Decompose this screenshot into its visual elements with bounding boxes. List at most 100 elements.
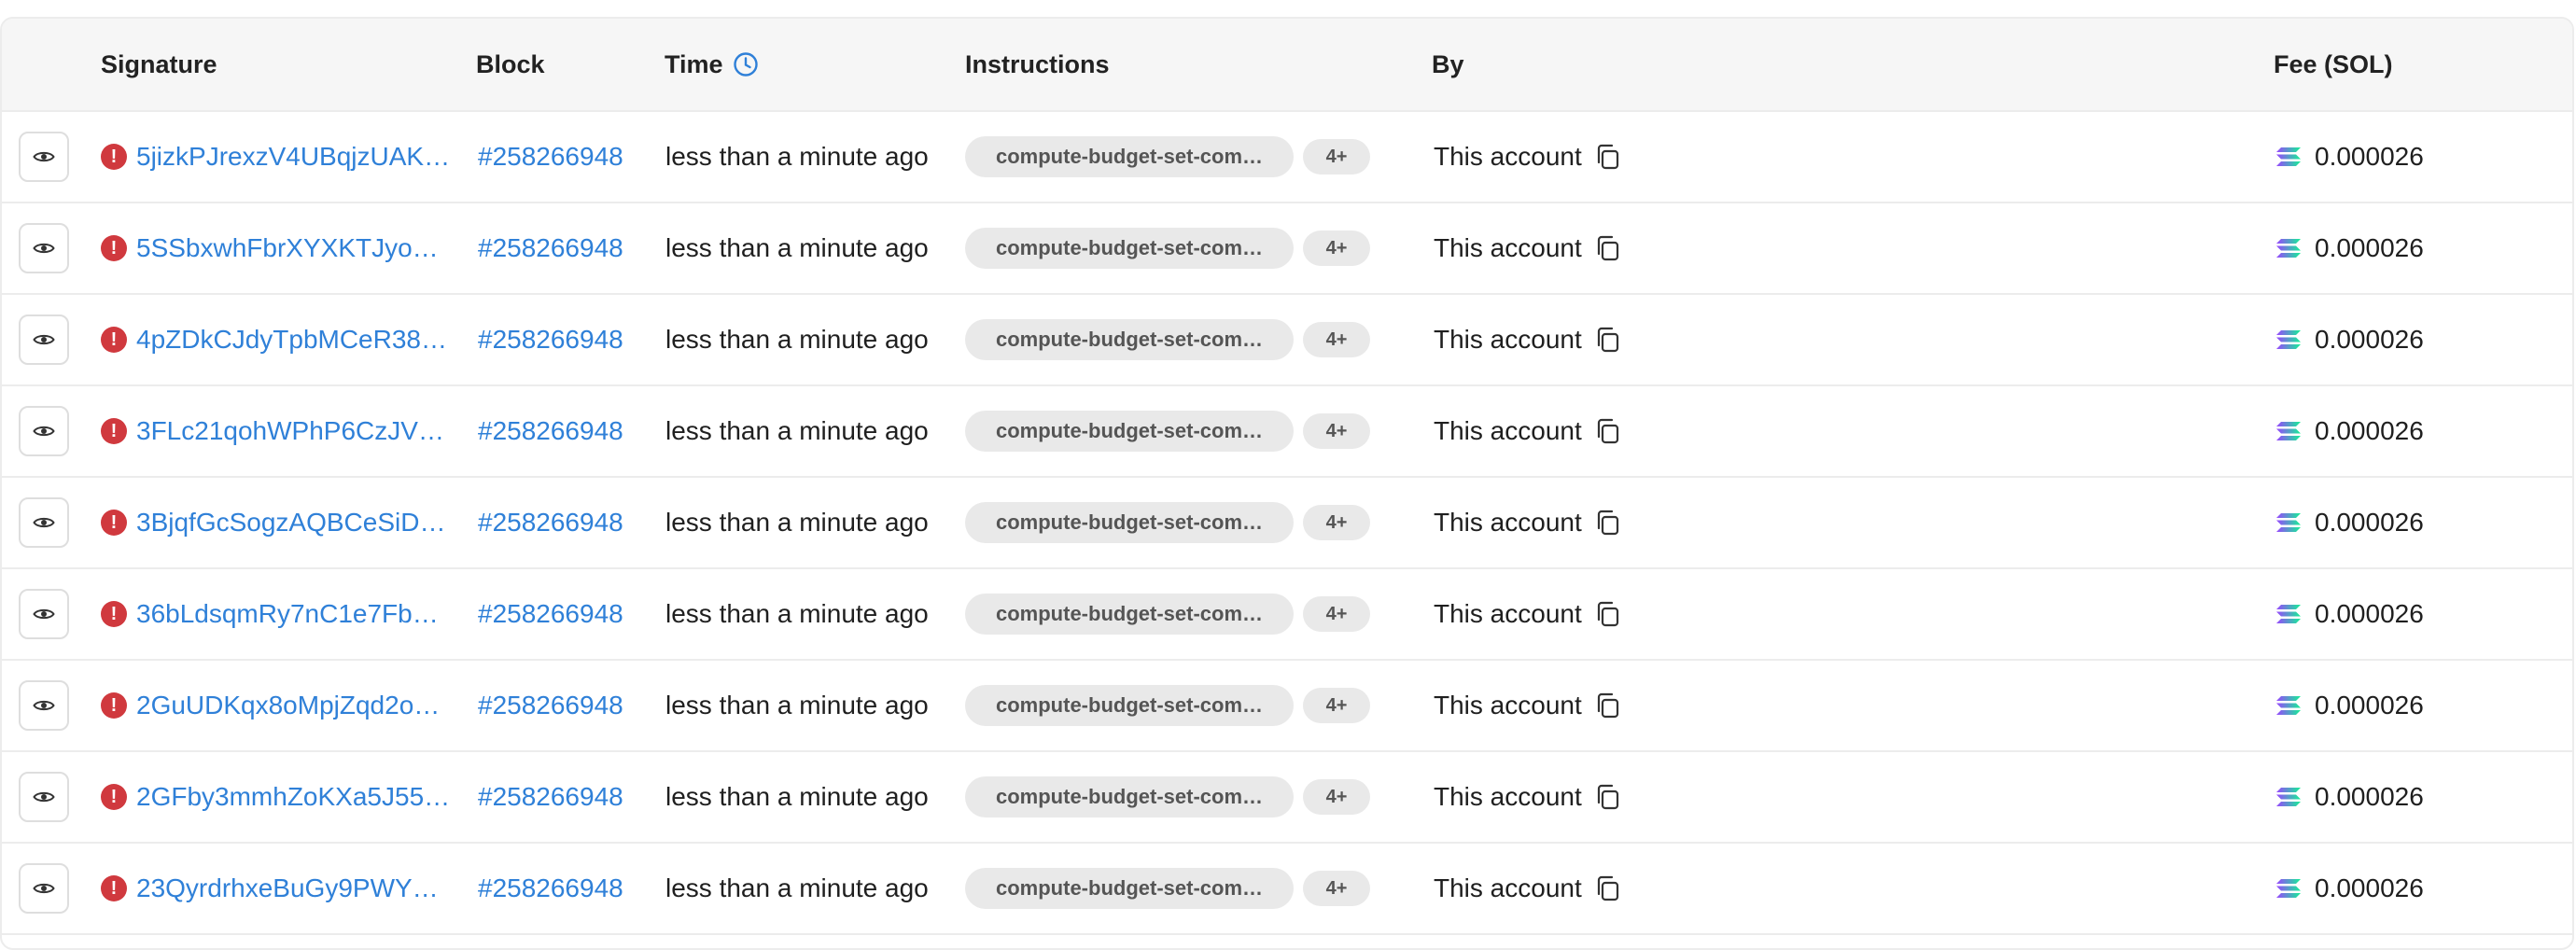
solana-icon — [2275, 694, 2302, 717]
signature-link[interactable]: 5jizkPJrexzV4UBqjzUAKz… — [136, 142, 452, 172]
eye-icon — [33, 149, 55, 164]
table-row: ! 3FLc21qohWPhP6CzJVE… #258266948 less t… — [2, 386, 2572, 478]
signature-link[interactable]: 4pZDkCJdyTpbMCeR38… — [136, 325, 447, 355]
more-instructions-badge[interactable]: 4+ — [1303, 871, 1370, 906]
time-value: less than a minute ago — [665, 142, 929, 171]
column-header-signature: Signature — [101, 49, 217, 78]
fee-cell: 0.000026 — [2275, 203, 2424, 293]
more-instructions-badge[interactable]: 4+ — [1303, 231, 1370, 266]
more-instructions-badge[interactable]: 4+ — [1303, 139, 1370, 175]
fee-cell: 0.000026 — [2275, 295, 2424, 384]
copy-icon[interactable] — [1593, 599, 1623, 629]
signature-link[interactable]: 3FLc21qohWPhP6CzJVE… — [136, 416, 452, 446]
block-link[interactable]: #258266948 — [478, 569, 623, 659]
fee-value: 0.000026 — [2315, 508, 2424, 537]
eye-icon — [33, 789, 55, 804]
block-link[interactable]: #258266948 — [478, 203, 623, 293]
table-row: ! 4pZDkCJdyTpbMCeR38… #258266948 less th… — [2, 295, 2572, 386]
copy-icon[interactable] — [1593, 233, 1623, 263]
solana-icon — [2275, 786, 2302, 808]
time-value: less than a minute ago — [665, 508, 929, 537]
signature-link[interactable]: 23QyrdrhxeBuGy9PWYU… — [136, 873, 452, 903]
instruction-badge[interactable]: compute-budget-set-com… — [965, 411, 1294, 452]
view-transaction-button[interactable] — [19, 772, 69, 822]
time-value: less than a minute ago — [665, 599, 929, 628]
instructions-cell: compute-budget-set-com… 4+ — [965, 112, 1370, 202]
instruction-badge[interactable]: compute-budget-set-com… — [965, 776, 1294, 817]
block-link[interactable]: #258266948 — [478, 844, 623, 933]
transactions-table: Signature Block Time Instructions By Fee… — [0, 17, 2574, 950]
by-cell: This account — [1434, 295, 1623, 384]
more-instructions-badge[interactable]: 4+ — [1303, 688, 1370, 723]
signature-link[interactable]: 2GFby3mmhZoKXa5J55… — [136, 782, 450, 812]
instructions-cell: compute-budget-set-com… 4+ — [965, 752, 1370, 842]
more-instructions-badge[interactable]: 4+ — [1303, 413, 1370, 449]
copy-icon[interactable] — [1593, 873, 1623, 903]
block-link[interactable]: #258266948 — [478, 386, 623, 476]
by-cell: This account — [1434, 752, 1623, 842]
view-transaction-button[interactable] — [19, 132, 69, 182]
instruction-badge[interactable]: compute-budget-set-com… — [965, 685, 1294, 726]
instruction-badge[interactable]: compute-budget-set-com… — [965, 228, 1294, 269]
block-link[interactable]: #258266948 — [478, 478, 623, 567]
signature-link[interactable]: 2GuUDKqx8oMpjZqd2o3… — [136, 691, 452, 720]
column-header-block: Block — [476, 49, 545, 78]
instruction-badge[interactable]: compute-budget-set-com… — [965, 594, 1294, 635]
block-link[interactable]: #258266948 — [478, 661, 623, 750]
clock-icon[interactable] — [733, 51, 759, 77]
view-transaction-button[interactable] — [19, 406, 69, 456]
error-icon: ! — [101, 784, 127, 810]
block-link[interactable]: #258266948 — [478, 295, 623, 384]
copy-icon[interactable] — [1593, 782, 1623, 812]
instruction-badge[interactable]: compute-budget-set-com… — [965, 136, 1294, 177]
copy-icon[interactable] — [1593, 508, 1623, 538]
signature-link[interactable]: 5SSbxwhFbrXYXKTJyo2… — [136, 233, 452, 263]
view-transaction-button[interactable] — [19, 223, 69, 273]
table-row: ! 2GFby3mmhZoKXa5J55… #258266948 less th… — [2, 752, 2572, 844]
by-cell: This account — [1434, 386, 1623, 476]
instruction-badge[interactable]: compute-budget-set-com… — [965, 502, 1294, 543]
signature-cell: ! 4pZDkCJdyTpbMCeR38… — [101, 295, 452, 384]
by-value: This account — [1434, 142, 1582, 171]
view-transaction-button[interactable] — [19, 680, 69, 731]
instruction-badge[interactable]: compute-budget-set-com… — [965, 868, 1294, 909]
error-icon: ! — [101, 418, 127, 444]
solana-icon — [2275, 877, 2302, 900]
copy-icon[interactable] — [1593, 142, 1623, 172]
column-header-time-label: Time — [665, 49, 723, 78]
copy-icon[interactable] — [1593, 325, 1623, 355]
solana-icon — [2275, 328, 2302, 351]
fee-cell: 0.000026 — [2275, 752, 2424, 842]
copy-icon[interactable] — [1593, 416, 1623, 446]
instruction-badge[interactable]: compute-budget-set-com… — [965, 319, 1294, 360]
view-transaction-button[interactable] — [19, 863, 69, 914]
view-transaction-button[interactable] — [19, 497, 69, 548]
by-cell: This account — [1434, 203, 1623, 293]
block-link[interactable]: #258266948 — [478, 752, 623, 842]
solana-icon — [2275, 237, 2302, 259]
view-transaction-button[interactable] — [19, 314, 69, 365]
table-row: ! 3BjqfGcSogzAQBCeSiD7… #258266948 less … — [2, 478, 2572, 569]
error-icon: ! — [101, 510, 127, 536]
by-value: This account — [1434, 416, 1582, 445]
signature-cell: ! 2GFby3mmhZoKXa5J55… — [101, 752, 452, 842]
table-row: ! 5jizkPJrexzV4UBqjzUAKz… #258266948 les… — [2, 112, 2572, 203]
fee-value: 0.000026 — [2315, 873, 2424, 902]
more-instructions-badge[interactable]: 4+ — [1303, 779, 1370, 815]
column-header-fee: Fee (SOL) — [2274, 49, 2393, 78]
copy-icon[interactable] — [1593, 691, 1623, 720]
time-value: less than a minute ago — [665, 416, 929, 445]
by-value: This account — [1434, 325, 1582, 354]
view-transaction-button[interactable] — [19, 589, 69, 639]
more-instructions-badge[interactable]: 4+ — [1303, 505, 1370, 540]
more-instructions-badge[interactable]: 4+ — [1303, 596, 1370, 632]
signature-link[interactable]: 3BjqfGcSogzAQBCeSiD7… — [136, 508, 452, 538]
error-icon: ! — [101, 601, 127, 627]
column-header-time: Time — [665, 19, 759, 110]
signature-cell: ! 3BjqfGcSogzAQBCeSiD7… — [101, 478, 452, 567]
block-link[interactable]: #258266948 — [478, 112, 623, 202]
table-row: ! 2GuUDKqx8oMpjZqd2o3… #258266948 less t… — [2, 661, 2572, 752]
more-instructions-badge[interactable]: 4+ — [1303, 322, 1370, 357]
signature-link[interactable]: 36bLdsqmRy7nC1e7FbY… — [136, 599, 452, 629]
eye-icon — [33, 424, 55, 439]
